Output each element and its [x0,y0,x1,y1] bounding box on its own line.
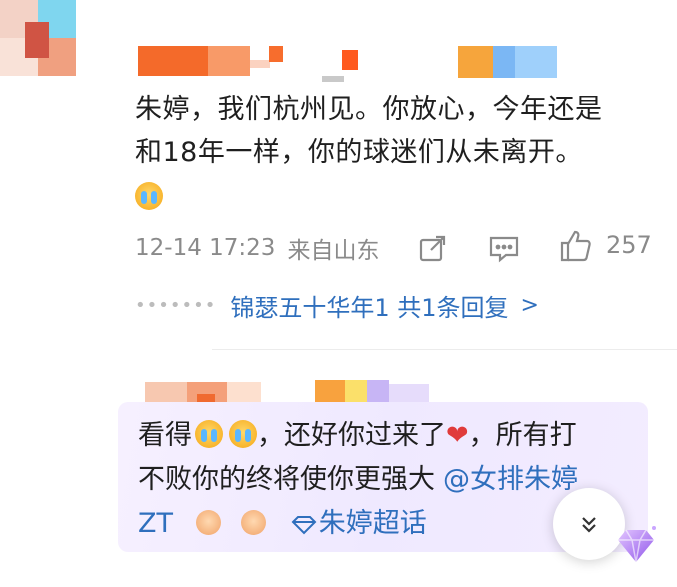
reply-thread-link[interactable]: ••••••• 锦瑟五十华年1 共1条回复 > [135,285,539,325]
comment-text-segment: ，还好你过来了 [257,420,446,451]
comment-text-segment: ，所有打 [468,420,577,451]
crying-emoji-icon [229,420,257,448]
crying-emoji-icon [135,181,163,210]
comment-text: 朱婷，我们杭州见。你放心，今年还是 和18年一样，你的球迷们从未离开。 [135,88,603,217]
double-chevron-down-icon [582,517,596,533]
username[interactable] [135,42,557,82]
comment-line: 朱婷，我们杭州见。你放心，今年还是 [135,94,603,125]
comment-text-segment: 不败你的终将使你更强大 [138,464,435,495]
crying-emoji-icon [195,420,223,448]
share-icon[interactable] [413,228,453,268]
like-icon[interactable] [556,226,596,266]
heart-icon: ❤ [446,420,469,451]
fist-emoji-icon [195,510,221,535]
comment-line: 和18年一样，你的球迷们从未离开。 [135,137,583,168]
mention-link[interactable]: @女排朱婷 [443,464,578,495]
topic-label: 朱婷超话 [318,508,427,539]
reply-link-text[interactable]: 锦瑟五十华年1 共1条回复 [230,288,508,323]
location: 来自山东 [287,238,380,264]
comment-icon[interactable] [484,228,524,268]
divider [212,349,677,350]
topic-link[interactable]: 朱婷超话 [281,508,427,539]
comment-meta: 12-14 17:23 来自山东 [135,228,379,268]
fist-emoji-icon [241,510,267,535]
comment-text-segment: 看得 [138,420,192,451]
mention-link-continued[interactable]: ZT [138,508,173,539]
chevron-right-icon: > [520,292,539,318]
comment-line: ZT 朱婷超话 [138,502,427,546]
like-count: 257 [606,231,652,259]
supertopic-diamond-icon [291,516,317,535]
comment-line: 不败你的终将使你更强大 @女排朱婷 [138,458,578,502]
username[interactable] [135,370,435,406]
comment-line: 看得 ，还好你过来了❤，所有打 [138,414,577,458]
gem-badge-icon [618,526,656,563]
timestamp: 12-14 17:23 [135,235,276,261]
avatar[interactable] [0,0,76,152]
dots-icon: ••••••• [135,294,217,316]
